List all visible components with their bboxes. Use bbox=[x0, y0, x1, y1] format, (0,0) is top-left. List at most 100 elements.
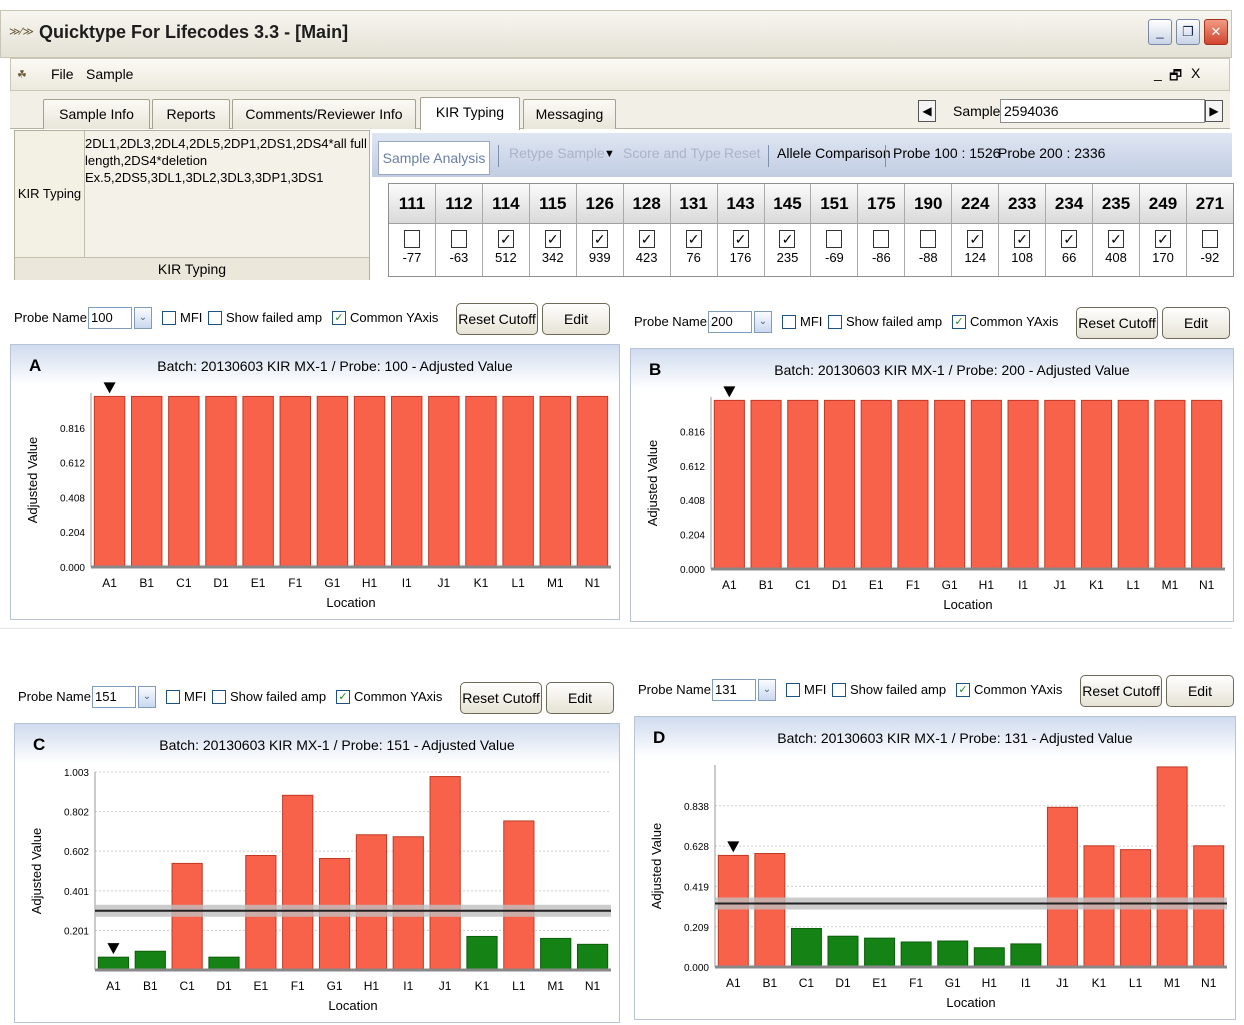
bar-I1 bbox=[390, 395, 423, 568]
probe-checkbox[interactable]: ✓ bbox=[497, 230, 514, 248]
show-failed-amp-label: Show failed amp bbox=[230, 689, 327, 704]
probe-checkbox[interactable]: ✓ bbox=[1154, 230, 1171, 248]
mfi-checkbox[interactable] bbox=[162, 311, 176, 325]
probe-checkbox[interactable]: ✓ bbox=[638, 230, 655, 248]
chart-area: C Batch: 20130603 KIR MX-1 / Probe: 151 -… bbox=[14, 723, 620, 1023]
x-tick-label: L1 bbox=[512, 979, 526, 993]
retype-sample-button[interactable]: Retype Sample bbox=[509, 145, 605, 161]
tab-kir-typing[interactable]: KIR Typing bbox=[420, 97, 520, 130]
probe-checkbox[interactable] bbox=[1201, 230, 1218, 248]
mfi-checkbox[interactable] bbox=[166, 690, 180, 704]
probe-name-input[interactable]: 100 bbox=[88, 307, 132, 329]
mfi-checkbox[interactable] bbox=[782, 315, 796, 329]
probe-checkbox[interactable]: ✓ bbox=[591, 230, 608, 248]
y-axis-label: Adjusted Value bbox=[29, 828, 44, 915]
selected-marker-icon bbox=[103, 382, 116, 394]
show-failed-amp-checkbox[interactable] bbox=[212, 690, 226, 704]
probe-checkbox[interactable]: ✓ bbox=[544, 230, 561, 248]
y-tick-label: 0.612 bbox=[680, 462, 705, 473]
reset-cutoff-button[interactable]: Reset Cutoff bbox=[1080, 675, 1162, 707]
chart-title: Batch: 20130603 KIR MX-1 / Probe: 200 - … bbox=[774, 362, 1130, 378]
mfi-checkbox[interactable] bbox=[786, 683, 800, 697]
tab-comments[interactable]: Comments/Reviewer Info bbox=[232, 99, 416, 129]
probe-value: 939 bbox=[588, 250, 611, 265]
x-tick-label: G1 bbox=[945, 976, 961, 990]
probe-checkbox[interactable]: ✓ bbox=[1061, 230, 1078, 248]
bar-F1 bbox=[279, 395, 312, 568]
probe-dropdown-icon[interactable]: ⌄ bbox=[754, 311, 772, 333]
probe-value: -86 bbox=[871, 250, 891, 265]
minimize-button[interactable]: _ bbox=[1148, 19, 1172, 45]
probe-dropdown-icon[interactable]: ⌄ bbox=[134, 307, 152, 329]
reset-cutoff-button[interactable]: Reset Cutoff bbox=[1076, 307, 1158, 339]
reset-cutoff-button[interactable]: Reset Cutoff bbox=[460, 682, 542, 714]
probe-checkbox[interactable] bbox=[826, 230, 843, 248]
probe-column: 151 -69 bbox=[811, 184, 859, 276]
x-tick-label: K1 bbox=[1089, 578, 1104, 592]
bar-M1 bbox=[539, 395, 572, 568]
probe-name-label: Probe Name bbox=[18, 689, 91, 704]
allele-comparison-button[interactable]: Allele Comparison bbox=[777, 145, 891, 161]
x-tick-label: A1 bbox=[106, 979, 121, 993]
reset-cutoff-button[interactable]: Reset Cutoff bbox=[456, 303, 538, 335]
menu-file[interactable]: File bbox=[51, 66, 74, 82]
x-tick-label: B1 bbox=[763, 976, 778, 990]
probe-value: 342 bbox=[541, 250, 564, 265]
score-and-type-button[interactable]: Score and Type bbox=[623, 145, 721, 161]
tab-reports[interactable]: Reports bbox=[152, 99, 230, 129]
probe-checkbox[interactable]: ✓ bbox=[732, 230, 749, 248]
probe-checkbox[interactable]: ✓ bbox=[1014, 230, 1031, 248]
mdi-minimize-button[interactable]: _ bbox=[1154, 65, 1162, 81]
probe-column: 235 ✓ 408 bbox=[1093, 184, 1140, 276]
bar-G1 bbox=[934, 399, 966, 570]
tab-sample-info[interactable]: Sample Info bbox=[43, 99, 150, 129]
close-button[interactable]: ✕ bbox=[1204, 19, 1228, 45]
mdi-restore-button[interactable]: 🗗 bbox=[1169, 65, 1182, 89]
common-yaxis-checkbox[interactable]: ✓ bbox=[336, 690, 350, 704]
graph-panel-a: Probe Name 100 ⌄ MFI Show failed amp ✓ Common … bbox=[10, 300, 620, 622]
restore-button[interactable]: ❐ bbox=[1176, 19, 1200, 45]
probe-checkbox[interactable] bbox=[920, 230, 937, 248]
panel-controls: Probe Name 131 ⌄ MFI Show failed amp ✓ Common … bbox=[634, 672, 1236, 729]
probe-value: 108 bbox=[1011, 250, 1033, 265]
probe-header: 235 bbox=[1093, 184, 1139, 224]
show-failed-amp-checkbox[interactable] bbox=[828, 315, 842, 329]
probe-checkbox[interactable] bbox=[403, 230, 420, 248]
edit-graph-button[interactable]: Edit Graph bbox=[1162, 307, 1230, 361]
tab-messaging[interactable]: Messaging bbox=[523, 99, 616, 129]
reset-button[interactable]: Reset bbox=[724, 145, 761, 161]
probe-checkbox[interactable] bbox=[873, 230, 890, 248]
show-failed-amp-checkbox[interactable] bbox=[832, 683, 846, 697]
common-yaxis-checkbox[interactable]: ✓ bbox=[952, 315, 966, 329]
next-sample-button[interactable]: ▶ bbox=[1205, 100, 1223, 122]
common-yaxis-checkbox[interactable]: ✓ bbox=[332, 311, 346, 325]
probe-name-input[interactable]: 151 bbox=[92, 686, 136, 708]
tab-sample-analysis[interactable]: Sample Analysis bbox=[378, 141, 490, 175]
probe-checkbox[interactable]: ✓ bbox=[685, 230, 702, 248]
probe-name-input[interactable]: 200 bbox=[708, 311, 752, 333]
probe-cell: ✓ 66 bbox=[1046, 224, 1093, 276]
probe-checkbox[interactable] bbox=[450, 230, 467, 248]
probe-checkbox[interactable]: ✓ bbox=[1108, 230, 1125, 248]
show-failed-amp-checkbox[interactable] bbox=[208, 311, 222, 325]
prev-sample-button[interactable]: ◀ bbox=[918, 100, 936, 122]
probe-name-input[interactable]: 131 bbox=[712, 679, 756, 701]
x-tick-label: H1 bbox=[362, 576, 378, 590]
probe-checkbox[interactable]: ✓ bbox=[967, 230, 984, 248]
retype-dropdown-icon[interactable]: ▼ bbox=[604, 148, 615, 160]
edit-graph-button[interactable]: Edit Graph bbox=[546, 682, 614, 736]
probe-column: 143 ✓ 176 bbox=[717, 184, 765, 276]
chart-title: Batch: 20130603 KIR MX-1 / Probe: 151 - … bbox=[159, 737, 515, 753]
probe-dropdown-icon[interactable]: ⌄ bbox=[138, 686, 156, 708]
mdi-close-button[interactable]: X bbox=[1191, 65, 1200, 81]
bar-I1 bbox=[1010, 943, 1042, 968]
edit-graph-button[interactable]: Edit Graph bbox=[1166, 675, 1234, 729]
bar-E1 bbox=[242, 395, 274, 568]
common-yaxis-checkbox[interactable]: ✓ bbox=[956, 683, 970, 697]
menu-sample[interactable]: Sample bbox=[86, 66, 133, 82]
probe-cell: ✓ 108 bbox=[999, 224, 1046, 276]
edit-graph-button[interactable]: Edit Graph bbox=[542, 303, 610, 357]
probe-dropdown-icon[interactable]: ⌄ bbox=[758, 679, 776, 701]
probe-checkbox[interactable]: ✓ bbox=[779, 230, 796, 248]
sample-id-input[interactable]: 2594036 bbox=[1000, 99, 1205, 123]
